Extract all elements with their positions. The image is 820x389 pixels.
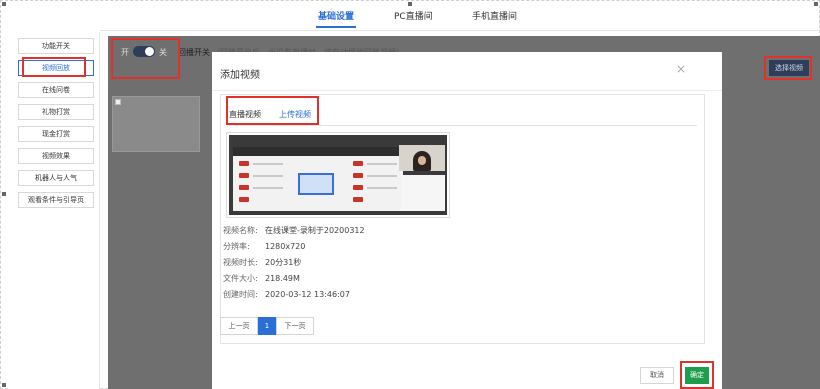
video-duration: 20分31秒 [265, 258, 302, 267]
sidebar-item-cash-reward[interactable]: 现金打赏 [18, 126, 94, 142]
replay-switch-label: 回播开关 [178, 48, 210, 57]
tab-pc-live-room[interactable]: PC直播间 [394, 9, 433, 22]
duration-row: 视频时长: 20分31秒 [223, 258, 302, 267]
sidebar-item-online-survey[interactable]: 在线问卷 [18, 82, 94, 98]
tab-basic-settings[interactable]: 基础设置 [318, 9, 354, 22]
next-page-button[interactable]: 下一页 [276, 317, 314, 335]
tab-upload-videos[interactable]: 上传视频 [279, 109, 311, 120]
toggle-off-label: 关 [159, 48, 167, 57]
resize-handle[interactable] [2, 192, 6, 196]
video-created-time: 2020-03-12 13:46:07 [265, 290, 350, 299]
sidebar-item-viewing-conditions[interactable]: 观看条件与引导页 [18, 192, 94, 208]
modal-title: 添加视频 [220, 70, 260, 81]
modal-title-divider [212, 90, 722, 91]
confirm-button[interactable]: 确定 [685, 367, 709, 384]
video-name-row: 视频名称: 在线课堂-录制于20200312 [223, 226, 365, 235]
add-video-modal: 添加视频 × 直播视频 上传视频 视频名称: 在线课堂-录制于20200312 … [212, 52, 722, 389]
sidebar-item-video-replay[interactable]: 视频回放 [18, 60, 94, 76]
sidebar-item-feature-switch[interactable]: 功能开关 [18, 38, 94, 54]
video-card[interactable] [226, 132, 450, 218]
video-thumbnail [229, 135, 447, 215]
broken-image-icon [115, 99, 121, 105]
sidebar-item-video-effects[interactable]: 视频效果 [18, 148, 94, 164]
tab-mobile-live-room[interactable]: 手机直播间 [472, 9, 517, 22]
video-name: 在线课堂-录制于20200312 [265, 226, 365, 235]
thumbnail-slide [233, 147, 403, 211]
cancel-button[interactable]: 取消 [640, 367, 674, 384]
tab-live-videos[interactable]: 直播视频 [229, 109, 261, 120]
sidebar: 功能开关 视频回放 在线问卷 礼物打赏 现金打赏 视频效果 机器人与人气 观看条… [10, 32, 100, 389]
created-time-row: 创建时间: 2020-03-12 13:46:07 [223, 290, 350, 299]
camera-feed [399, 145, 445, 171]
modal-tab-divider [229, 125, 697, 126]
video-resolution: 1280x720 [265, 242, 306, 251]
toggle-on-label: 开 [121, 48, 129, 57]
sidebar-item-gift-reward[interactable]: 礼物打赏 [18, 104, 94, 120]
prev-page-button[interactable]: 上一页 [220, 317, 258, 335]
select-video-button[interactable]: 选择视频 [769, 60, 809, 76]
replay-video-thumbnail [112, 96, 200, 152]
resolution-row: 分辨率: 1280x720 [223, 242, 306, 251]
video-file-size: 218.49M [265, 274, 300, 283]
monitor-icon [298, 173, 334, 195]
sidebar-item-robot-popularity[interactable]: 机器人与人气 [18, 170, 94, 186]
resize-handle[interactable] [2, 383, 6, 387]
file-size-row: 文件大小: 218.49M [223, 274, 300, 283]
top-tab-bar: 基础设置 PC直播间 手机直播间 [0, 0, 820, 30]
toggle-knob [145, 47, 154, 56]
page-1-button[interactable]: 1 [258, 317, 276, 335]
close-icon[interactable]: × [676, 62, 686, 76]
thumbnail-side-panel [401, 175, 445, 211]
active-tab-underline [316, 26, 356, 28]
top-divider [100, 30, 820, 31]
replay-toggle[interactable] [133, 46, 155, 57]
